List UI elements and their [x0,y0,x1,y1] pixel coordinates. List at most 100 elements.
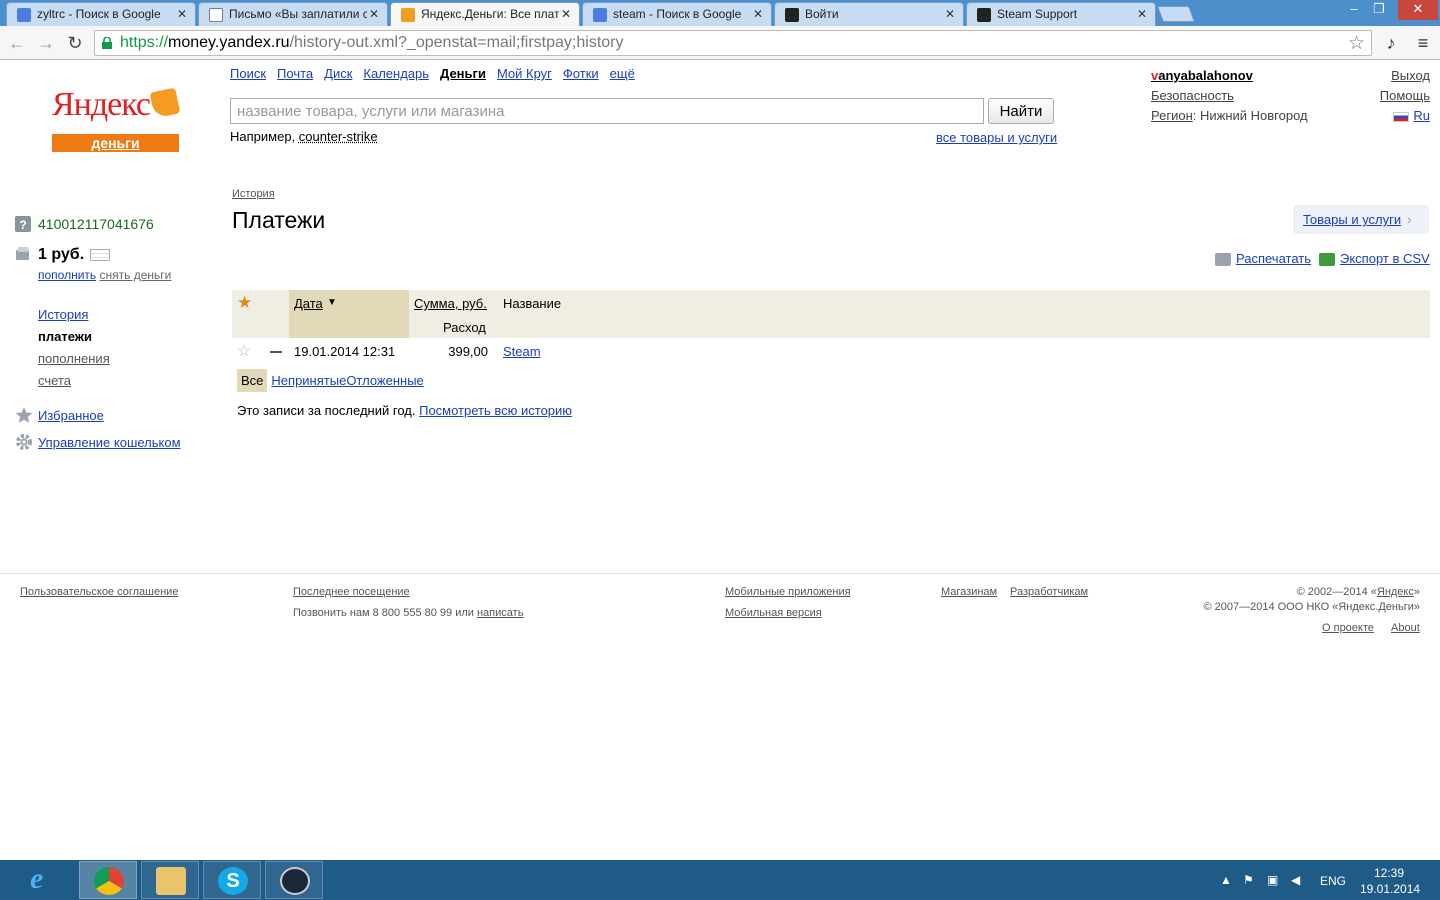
restore-icon[interactable]: ❐ [1370,0,1388,20]
history-filters: Все НепринятыеОтложенные [237,369,424,392]
column-subheader-expense: Расход [443,320,486,335]
taskbar-skype[interactable]: S [203,861,261,899]
yandex-link[interactable]: Яндекс [1377,586,1414,598]
extension-icon[interactable]: ♪ [1380,32,1402,54]
username-link[interactable]: vanyabalahonov [1151,68,1253,83]
full-history-link[interactable]: Посмотреть всю историю [419,403,572,418]
card-icon[interactable] [90,249,110,261]
volume-icon[interactable]: ◀ [1291,874,1305,886]
browser-tab-strip: zyltrc - Поиск в Google ✕ Письмо «Вы зап… [0,0,1440,26]
row-favorite-star-icon[interactable]: ☆ [237,341,251,361]
search-input[interactable] [230,98,984,124]
minimize-icon[interactable]: – [1345,0,1363,20]
clock-time[interactable]: 12:39 [1374,866,1404,880]
user-agreement-link[interactable]: Пользовательское соглашение [20,586,178,598]
copyright-prefix: © 2002—2014 « [1296,586,1377,598]
menu-icon[interactable]: ≡ [1412,32,1434,54]
shops-link[interactable]: Магазинам [941,586,997,598]
input-language[interactable]: ENG [1320,874,1346,888]
close-icon[interactable]: ✕ [945,7,955,21]
reload-icon[interactable]: ↻ [64,32,86,54]
forward-icon[interactable]: → [35,32,57,54]
sidebar-item-topups[interactable]: пополнения [38,351,110,366]
browser-tab-3-active[interactable]: Яндекс.Деньги: Все плате ✕ [390,2,580,26]
topup-link[interactable]: пополнить [38,268,96,282]
withdraw-link[interactable]: снять деньги [100,268,172,282]
mobile-apps-link[interactable]: Мобильные приложения [725,586,851,598]
wallet-management-link[interactable]: Управление кошельком [38,435,181,450]
service-moikrug[interactable]: Мой Круг [497,66,552,81]
back-icon[interactable]: ← [6,32,28,54]
column-header-date[interactable]: Дата [294,296,323,311]
bookmark-star-icon[interactable]: ☆ [1348,32,1365,55]
browser-toolbar: ← → ↻ https://money.yandex.ru/history-ou… [0,26,1440,60]
action-center-flag-icon[interactable]: ⚑ [1243,874,1257,886]
close-icon[interactable]: ✕ [753,7,763,21]
search-button[interactable]: Найти [988,98,1054,124]
row-name-link[interactable]: Steam [503,344,541,359]
service-money[interactable]: Деньги [440,66,486,81]
steam-icon [280,867,310,895]
example-link[interactable]: counter-strike [299,129,378,144]
about-project-link[interactable]: О проекте [1322,622,1374,634]
help-link[interactable]: Помощь [1380,88,1430,103]
goods-services-button[interactable]: Товары и услуги › [1293,205,1429,234]
taskbar-explorer[interactable] [141,861,199,899]
service-fotki[interactable]: Фотки [563,66,599,81]
browser-tab-2[interactable]: Письмо «Вы заплатили с ✕ [198,2,388,26]
region-link[interactable]: Регион [1151,108,1193,123]
security-link[interactable]: Безопасность [1151,88,1234,103]
filter-all[interactable]: Все [237,369,268,392]
service-calendar[interactable]: Календарь [363,66,429,81]
yandex-logo[interactable]: Яндекс [52,86,151,124]
print-button[interactable]: Распечатать [1215,251,1311,267]
sidebar-item-payments: платежи [38,329,92,344]
clock-date[interactable]: 19.01.2014 [1360,882,1420,896]
taskbar-ie[interactable]: e [16,861,74,899]
favorite-filter-star-icon[interactable]: ★ [237,293,252,313]
taskbar-chrome[interactable] [79,861,137,899]
balance-amount: 1 руб. [38,246,85,263]
taskbar-steam[interactable] [265,861,323,899]
region-value: : Нижний Новгород [1192,108,1308,123]
export-csv-button[interactable]: Экспорт в CSV [1319,251,1430,267]
favorites-link[interactable]: Избранное [38,408,104,423]
window-close-icon[interactable]: ✕ [1398,0,1438,20]
filter-postponed[interactable]: Отложенные [346,373,423,388]
service-search[interactable]: Поиск [230,66,266,81]
mobile-version-link[interactable]: Мобильная версия [725,607,822,619]
close-icon[interactable]: ✕ [369,7,379,21]
new-tab-button[interactable] [1157,6,1195,22]
browser-tab-6[interactable]: Steam Support ✕ [966,2,1156,26]
language-link[interactable]: Ru [1413,108,1430,123]
close-icon[interactable]: ✕ [1137,7,1147,21]
browser-tab-4[interactable]: steam - Поиск в Google ✕ [582,2,772,26]
logout-link[interactable]: Выход [1391,68,1430,83]
goods-services-label: Товары и услуги [1303,212,1402,227]
column-header-sum[interactable]: Сумма, руб. [414,296,487,311]
question-icon[interactable]: ? [15,216,31,232]
filter-rejected[interactable]: Непринятые [271,373,346,388]
service-more[interactable]: ещё [610,66,635,81]
breadcrumb[interactable]: История [232,188,275,200]
close-icon[interactable]: ✕ [561,7,571,21]
tray-expand-icon[interactable]: ▲ [1220,874,1234,886]
about-link[interactable]: About [1391,622,1420,634]
write-link[interactable]: написать [477,607,523,619]
close-icon[interactable]: ✕ [177,7,187,21]
export-csv-label: Экспорт в CSV [1340,251,1430,266]
developers-link[interactable]: Разработчикам [1010,586,1088,598]
sidebar-item-invoices[interactable]: счета [38,373,71,388]
browser-tab-1[interactable]: zyltrc - Поиск в Google ✕ [6,2,196,26]
favorites-star-icon [15,407,33,423]
last-visit-link[interactable]: Последнее посещение [293,586,410,598]
all-goods-link[interactable]: все товары и услуги [936,130,1057,145]
service-disk[interactable]: Диск [324,66,352,81]
network-icon[interactable]: ▣ [1267,874,1281,886]
browser-tab-5[interactable]: Войти ✕ [774,2,964,26]
address-bar[interactable]: https://money.yandex.ru/history-out.xml?… [94,30,1372,56]
footer-divider [0,573,1440,574]
money-logo-label[interactable]: деньги [52,134,179,152]
sidebar-item-history[interactable]: История [38,307,88,322]
service-mail[interactable]: Почта [277,66,313,81]
